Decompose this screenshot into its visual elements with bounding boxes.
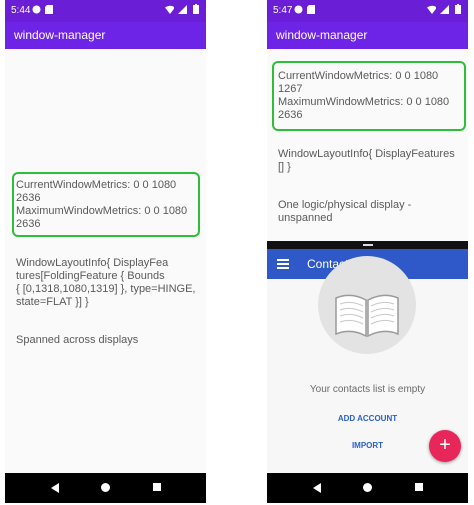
recents-icon[interactable] <box>153 483 161 491</box>
status-bar: 5:47 <box>267 0 468 22</box>
window-layout-info-text: WindowLayoutInfo{ DisplayFeatures [] } <box>278 148 455 173</box>
signal-icon <box>440 4 449 14</box>
empty-contacts-illustration <box>318 256 416 354</box>
home-icon[interactable] <box>363 483 372 492</box>
add-contact-fab[interactable]: + <box>429 430 461 462</box>
window-metrics-text: CurrentWindowMetrics: 0 0 1080 2636 Maxi… <box>16 179 187 231</box>
status-time: 5:47 <box>273 5 293 16</box>
left-phone-screen: 5:44 window-manager CurrentWindowMetrics… <box>5 0 206 503</box>
sd-card-icon <box>44 4 53 14</box>
add-account-button[interactable]: ADD ACCOUNT <box>267 414 468 423</box>
split-handle[interactable] <box>363 244 373 246</box>
maximum-metrics-line: MaximumWindowMetrics: 0 0 1080 <box>16 205 188 217</box>
signal-icon <box>178 4 187 14</box>
current-metrics-line: CurrentWindowMetrics: 0 0 1080 <box>278 70 439 82</box>
current-metrics-line: CurrentWindowMetrics: 0 0 1080 <box>16 179 177 191</box>
maximum-metrics-height: 2636 <box>278 109 303 121</box>
battery-icon <box>191 4 200 14</box>
recents-icon[interactable] <box>415 483 423 491</box>
back-icon[interactable] <box>51 483 59 493</box>
maximum-metrics-line: MaximumWindowMetrics: 0 0 1080 <box>278 96 450 108</box>
notification-icon <box>32 4 41 14</box>
home-icon[interactable] <box>101 483 110 492</box>
display-state-text: Spanned across displays <box>16 334 139 346</box>
maximum-metrics-height: 2636 <box>16 218 41 230</box>
sd-card-icon <box>306 4 315 14</box>
app-title: window-manager <box>14 28 106 42</box>
navigation-bar <box>5 473 206 503</box>
notification-icon <box>294 4 303 14</box>
menu-icon[interactable] <box>277 259 289 269</box>
window-layout-info-text: WindowLayoutInfo{ DisplayFea tures[Foldi… <box>16 257 196 308</box>
battery-icon <box>453 4 462 14</box>
app-title: window-manager <box>276 28 368 42</box>
right-phone-screen: 5:47 window-manager CurrentWindowMetrics… <box>267 0 468 503</box>
wifi-icon <box>427 4 436 14</box>
app-bar: window-manager <box>5 22 206 49</box>
window-metrics-text: CurrentWindowMetrics: 0 0 1080 1267 Maxi… <box>278 70 449 122</box>
current-metrics-height: 2636 <box>16 192 41 204</box>
navigation-bar <box>267 473 468 503</box>
status-time: 5:44 <box>11 5 31 16</box>
display-state-text: One logic/physical display - unspanned <box>278 199 412 224</box>
empty-state-message: Your contacts list is empty <box>309 384 426 395</box>
status-bar: 5:44 <box>5 0 206 22</box>
book-icon <box>335 294 399 338</box>
current-metrics-height: 1267 <box>278 83 303 95</box>
wifi-icon <box>165 4 174 14</box>
add-icon: + <box>439 434 451 456</box>
back-icon[interactable] <box>313 483 321 493</box>
app-bar: window-manager <box>267 22 468 49</box>
